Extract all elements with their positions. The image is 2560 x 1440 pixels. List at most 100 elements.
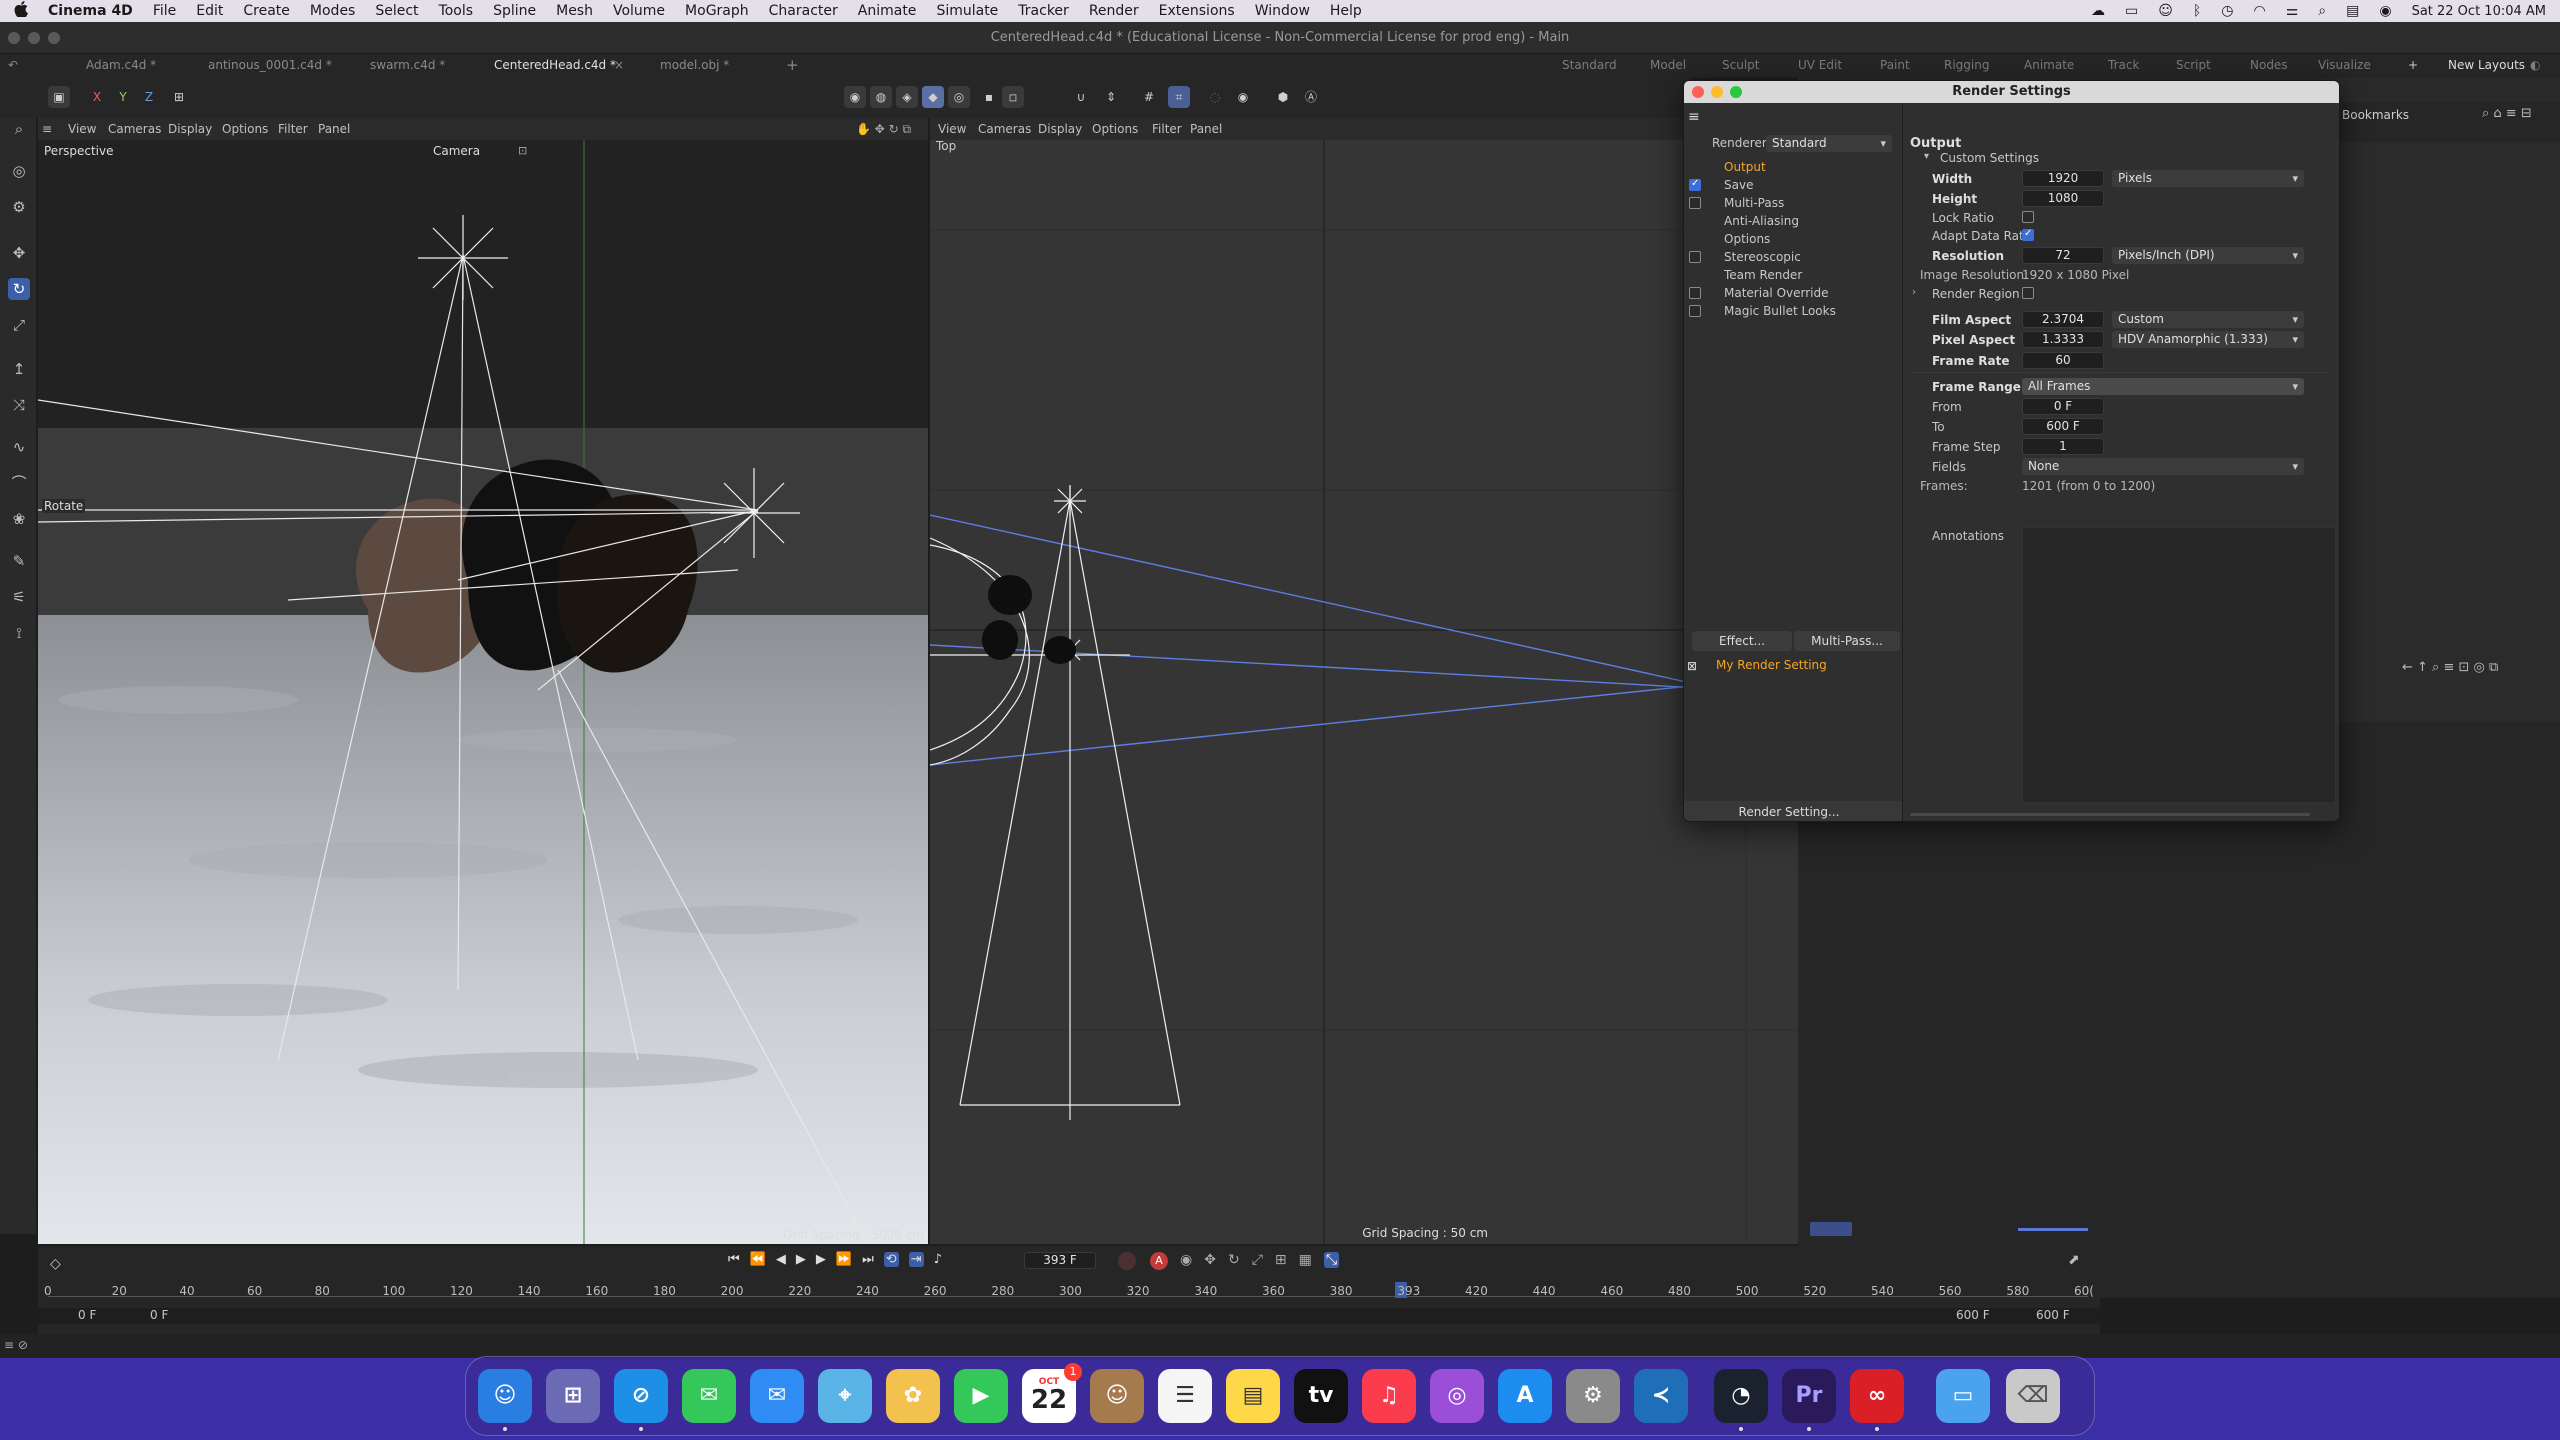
camera-link-icon[interactable]: ⊡ — [518, 144, 527, 157]
record-pos-icon[interactable]: ✥ — [1204, 1252, 1216, 1268]
magic-bullet-checkbox[interactable] — [1689, 305, 1701, 317]
spotlight-icon[interactable]: ⌕ — [2318, 3, 2326, 19]
keyframe-icon[interactable]: ◇ — [50, 1256, 61, 1272]
creative-cloud-icon[interactable]: ∞ — [1850, 1369, 1904, 1423]
folder-icon[interactable]: ▭ — [1936, 1369, 1990, 1423]
render-region-checkbox[interactable] — [2022, 287, 2034, 299]
top-viewport[interactable]: View Cameras Display Options Filter Pane… — [930, 118, 1798, 1244]
contacts-icon[interactable]: ☺ — [1090, 1369, 1144, 1423]
music-icon[interactable]: ♫ — [1362, 1369, 1416, 1423]
podcasts-icon[interactable]: ◎ — [1430, 1369, 1484, 1423]
viewport-menu-panel[interactable]: Panel — [1190, 122, 1222, 136]
sidebar-item-output[interactable]: Output — [1724, 160, 1766, 174]
preset-icon[interactable]: ⊠ — [1687, 659, 1697, 673]
locked-workplane-icon[interactable]: ◽ — [1002, 86, 1024, 108]
viewport-menu-options[interactable]: Options — [222, 122, 268, 136]
dialog-menu-icon[interactable]: ≡ — [1688, 109, 1700, 125]
layout-standard[interactable]: Standard — [1562, 58, 1617, 72]
record-rot-icon[interactable]: ↻ — [1228, 1252, 1240, 1268]
magnet-icon[interactable]: ∪ — [1070, 86, 1092, 108]
resolution-unit-select[interactable]: Pixels/Inch (DPI) — [2112, 247, 2304, 264]
menu-volume[interactable]: Volume — [613, 3, 665, 19]
pixel-aspect-field[interactable]: 1.3333 — [2022, 331, 2104, 348]
app-store-icon[interactable]: A — [1498, 1369, 1552, 1423]
messages-icon[interactable]: ✉ — [682, 1369, 736, 1423]
renderer-select[interactable]: Standard — [1766, 135, 1892, 152]
menu-spline[interactable]: Spline — [493, 3, 536, 19]
model-mode-icon[interactable]: ▣ — [48, 86, 70, 108]
menu-select[interactable]: Select — [375, 3, 418, 19]
menu-mesh[interactable]: Mesh — [556, 3, 593, 19]
viewport-menu-filter[interactable]: Filter — [1152, 122, 1182, 136]
trash-icon[interactable]: ⌫ — [2006, 1369, 2060, 1423]
control-center-icon[interactable]: ⚌ — [2286, 3, 2299, 19]
notes-icon[interactable]: ▤ — [1226, 1369, 1280, 1423]
facetime-icon[interactable]: ▶ — [954, 1369, 1008, 1423]
resolution-field[interactable]: 72 — [2022, 247, 2104, 264]
viewport-menu-filter[interactable]: Filter — [278, 122, 308, 136]
save-checkbox[interactable] — [1689, 178, 1701, 191]
bluetooth-status-icon[interactable]: ᛒ — [2193, 3, 2201, 19]
layout-model[interactable]: Model — [1650, 58, 1686, 72]
nav-icons[interactable]: ← ↑ ⌕ ≡ ⊡ ◎ ⧉ — [2402, 660, 2498, 675]
frame-range-select[interactable]: All Frames — [2022, 378, 2304, 395]
viewport-menu-view[interactable]: View — [938, 122, 966, 136]
from-field[interactable]: 0 F — [2022, 398, 2104, 415]
move-tool-icon[interactable]: ✥ — [8, 242, 30, 264]
axis-z-toggle[interactable]: Z — [138, 86, 160, 108]
axis-x-toggle[interactable]: X — [86, 86, 108, 108]
frame-rate-field[interactable]: 60 — [2022, 352, 2104, 369]
safari-icon[interactable]: ⊘ — [614, 1369, 668, 1423]
viewport-menu-icon[interactable]: ≡ — [42, 122, 52, 136]
doc-tab-active[interactable]: CenteredHead.c4d * — [494, 58, 616, 72]
coordinate-system-icon[interactable]: ⊞ — [168, 86, 190, 108]
menu-help[interactable]: Help — [1330, 3, 1362, 19]
viewport-menu-display[interactable]: Display — [168, 122, 212, 136]
system-preferences-icon[interactable]: ⚙ — [1566, 1369, 1620, 1423]
points-mode-icon[interactable]: ◉ — [844, 86, 866, 108]
maps-icon[interactable]: ⌖ — [818, 1369, 872, 1423]
render-view-icon[interactable]: ◉ — [1232, 86, 1254, 108]
effect-button[interactable]: Effect... — [1692, 631, 1792, 651]
symmetry-icon[interactable]: ⇕ — [1100, 86, 1122, 108]
launchpad-icon[interactable]: ⊞ — [546, 1369, 600, 1423]
menu-extras-icon[interactable]: ▤ — [2346, 3, 2359, 19]
multipass-checkbox[interactable] — [1689, 197, 1701, 209]
collapse-icon[interactable]: ▾ — [1924, 151, 1929, 162]
mail-icon[interactable]: ✉ — [750, 1369, 804, 1423]
cinema4d-icon[interactable]: ◔ — [1714, 1369, 1768, 1423]
layout-visualize[interactable]: Visualize — [2318, 58, 2371, 72]
playback-range-icon[interactable]: ⇥ — [908, 1252, 924, 1267]
film-aspect-select[interactable]: Custom — [2112, 311, 2304, 328]
annotations-textarea[interactable] — [2022, 527, 2336, 803]
film-aspect-field[interactable]: 2.3704 — [2022, 311, 2104, 328]
magnet-tool-icon[interactable]: ⟟ — [8, 622, 30, 644]
workplane-icon[interactable]: ▪ — [978, 86, 1000, 108]
viewport-camera-label[interactable]: Camera — [433, 144, 480, 158]
sidebar-item-material-override[interactable]: Material Override — [1724, 286, 1828, 300]
layout-track[interactable]: Track — [2108, 58, 2139, 72]
app-menu[interactable]: Cinema 4D — [48, 3, 133, 19]
add-tab-button[interactable]: + — [786, 56, 799, 74]
goto-start-icon[interactable]: ⏮ — [728, 1252, 740, 1267]
uv-mode-icon[interactable]: ◎ — [948, 86, 970, 108]
apple-menu-icon[interactable] — [14, 1, 28, 21]
layout-script[interactable]: Script — [2176, 58, 2211, 72]
menu-modes[interactable]: Modes — [310, 3, 355, 19]
scale-tool-icon[interactable]: ⤢ — [8, 314, 30, 336]
viewport-menu-panel[interactable]: Panel — [318, 122, 350, 136]
apple-tv-icon[interactable]: tv — [1294, 1369, 1348, 1423]
object-mode-icon[interactable]: ◆ — [922, 86, 944, 108]
search-icon[interactable]: ⌕ — [8, 118, 30, 140]
menu-tools[interactable]: Tools — [439, 3, 474, 19]
sidebar-item-options[interactable]: Options — [1724, 232, 1770, 246]
stereoscopic-checkbox[interactable] — [1689, 251, 1701, 263]
range-start-b[interactable]: 0 F — [150, 1308, 168, 1322]
doc-tab[interactable]: antinous_0001.c4d * — [208, 58, 332, 72]
bookmarks-tab[interactable]: Bookmarks — [2342, 108, 2409, 122]
sidebar-item-multipass[interactable]: Multi-Pass — [1724, 196, 1784, 210]
viewport-name[interactable]: Perspective — [44, 144, 114, 158]
interpolation-icon[interactable]: ⤡ — [1323, 1252, 1340, 1268]
axis-y-toggle[interactable]: Y — [112, 86, 134, 108]
pixel-aspect-select[interactable]: HDV Anamorphic (1.333) — [2112, 331, 2304, 348]
